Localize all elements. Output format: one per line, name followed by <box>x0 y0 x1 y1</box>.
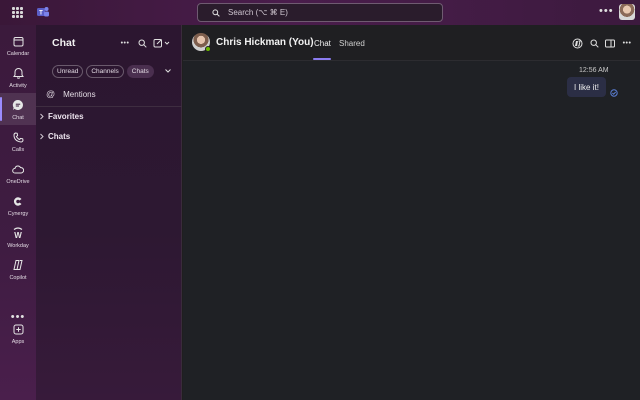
chat-icon <box>11 98 25 112</box>
rail-item-calendar[interactable]: Calendar <box>0 29 36 61</box>
rail-label: Calls <box>11 147 25 153</box>
rail-item-chat[interactable]: Chat <box>0 93 36 125</box>
group-label: Chats <box>48 132 71 141</box>
rail-item-cynergy[interactable]: Cynergy <box>0 189 36 221</box>
rail-label: Chat <box>12 115 24 121</box>
chevron-down-icon[interactable] <box>164 67 172 75</box>
search-input[interactable]: Search (⌥ ⌘ E) <box>197 3 443 22</box>
bell-icon <box>11 66 25 80</box>
message-timestamp: 12:56 AM <box>579 67 609 74</box>
new-chat-icon[interactable] <box>152 37 172 49</box>
phone-icon <box>11 130 25 144</box>
more-options-icon[interactable]: ••• <box>119 37 131 49</box>
rail-label: Apps <box>11 339 25 345</box>
favorites-group[interactable]: Favorites <box>39 112 84 121</box>
conversation-header: Chris Hickman (You) Chat Shared ••• <box>183 25 640 61</box>
rail-label: Cynergy <box>7 211 29 217</box>
conversation-pane: Chris Hickman (You) Chat Shared ••• 12:5… <box>183 25 640 400</box>
svg-text:T: T <box>39 11 43 17</box>
filter-channels[interactable]: Channels <box>86 65 124 78</box>
workday-icon: W <box>11 226 25 240</box>
profile-avatar[interactable] <box>619 4 635 20</box>
cynergy-icon <box>11 194 25 208</box>
rail-item-copilot[interactable]: Copilot <box>0 253 36 285</box>
rail-label: Copilot <box>9 275 27 281</box>
divider <box>36 106 182 107</box>
rail-label: Calendar <box>6 51 30 57</box>
copilot-icon[interactable] <box>571 37 583 49</box>
search-icon[interactable] <box>136 37 148 49</box>
side-panel-icon[interactable] <box>604 37 616 49</box>
rail-item-onedrive[interactable]: OneDrive <box>0 157 36 189</box>
filter-unread[interactable]: Unread <box>52 65 84 78</box>
read-receipt-icon <box>610 89 618 97</box>
rail-item-apps[interactable]: Apps <box>0 317 36 349</box>
app-rail: Calendar Activity Chat Calls OneDrive Cy… <box>0 25 36 400</box>
chat-filters: Unread Channels Chats <box>52 65 154 78</box>
svg-text:W: W <box>14 231 22 239</box>
rail-item-calls[interactable]: Calls <box>0 125 36 157</box>
teams-logo-icon: T <box>37 7 49 17</box>
more-options-icon[interactable]: ••• <box>599 6 614 17</box>
rail-item-workday[interactable]: W Workday <box>0 221 36 253</box>
mentions-item[interactable]: @ Mentions <box>46 89 96 99</box>
app-launcher-icon[interactable] <box>12 7 23 18</box>
conversation-title: Chris Hickman (You) <box>216 37 314 48</box>
cloud-icon <box>11 162 25 176</box>
message-bubble[interactable]: I like it! <box>567 77 606 97</box>
rail-label: Workday <box>7 243 29 249</box>
rail-label: OneDrive <box>6 179 30 185</box>
group-label: Favorites <box>48 112 84 121</box>
apps-icon <box>11 322 25 336</box>
more-options-icon[interactable]: ••• <box>621 37 633 49</box>
chevron-right-icon <box>40 133 44 140</box>
search-icon[interactable] <box>588 37 600 49</box>
filter-chats[interactable]: Chats <box>126 65 154 78</box>
tab-shared[interactable]: Shared <box>339 39 365 48</box>
at-icon: @ <box>46 89 56 99</box>
chat-list-panel: Chat ••• Unread Channels Chats @ Mention… <box>36 25 182 400</box>
rail-item-activity[interactable]: Activity <box>0 61 36 93</box>
presence-available-icon <box>205 46 211 52</box>
chat-panel-title: Chat <box>52 37 76 49</box>
tab-chat[interactable]: Chat <box>314 39 331 48</box>
calendar-icon <box>11 34 25 48</box>
active-tab-indicator <box>313 58 331 60</box>
copilot-icon <box>11 258 25 272</box>
rail-label: Activity <box>9 83 27 89</box>
search-placeholder: Search (⌥ ⌘ E) <box>228 8 288 17</box>
chevron-right-icon <box>40 113 44 120</box>
chats-group[interactable]: Chats <box>39 132 70 141</box>
mentions-label: Mentions <box>63 89 96 99</box>
title-bar: T Search (⌥ ⌘ E) ••• <box>0 0 640 25</box>
search-icon <box>212 8 220 17</box>
